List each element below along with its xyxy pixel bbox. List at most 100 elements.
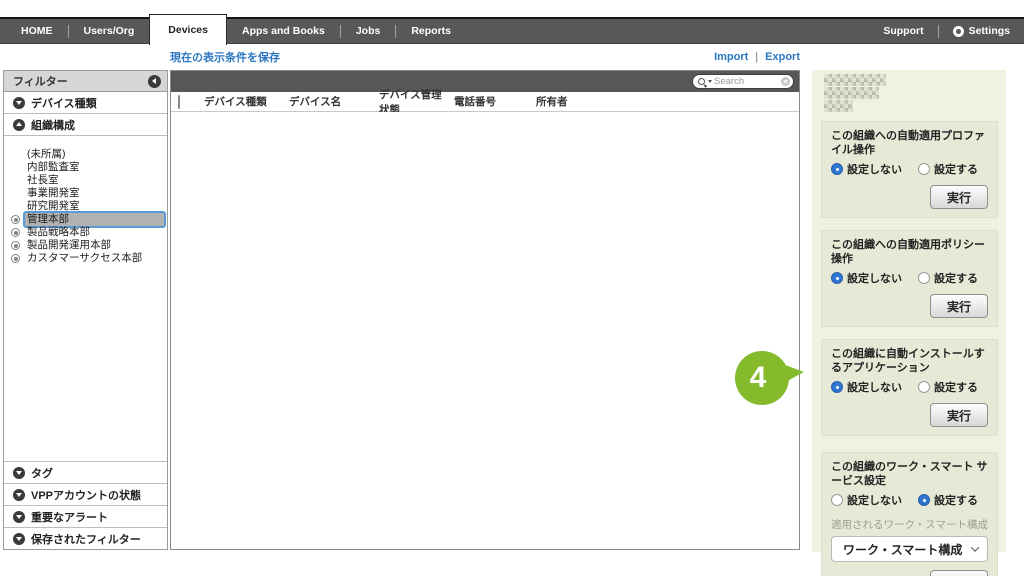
chevron-down-icon	[13, 511, 25, 523]
tab-devices[interactable]: Devices	[149, 14, 227, 45]
nav-right: Support Settings	[883, 19, 1024, 43]
radio-option-no[interactable]: 設定しない	[831, 161, 902, 177]
org-settings-panel: この組織への自動適用プロファイル操作 設定しない 設定する 実行 この組織への自…	[812, 70, 1006, 552]
sidebar-item-tags[interactable]: タグ	[4, 461, 167, 483]
radio-label: 設定する	[934, 379, 978, 395]
chevron-down-icon	[13, 97, 25, 109]
actions-row: 現在の表示条件を保存 Import | Export	[170, 46, 800, 68]
import-link[interactable]: Import	[714, 51, 748, 63]
radio-label: 設定する	[934, 161, 978, 177]
org-item-internal-audit[interactable]: 内部監査室	[8, 161, 164, 174]
org-item-rnd[interactable]: 研究開発室	[8, 200, 164, 213]
radio-icon[interactable]	[831, 272, 843, 284]
section-auto-profile: この組織への自動適用プロファイル操作 設定しない 設定する 実行	[821, 121, 998, 218]
sidebar-item-saved-filters[interactable]: 保存されたフィルター	[4, 527, 167, 549]
org-item-product-strategy-hq[interactable]: 製品戦略本部	[8, 226, 164, 239]
sidebar-item-org-structure[interactable]: 組織構成	[4, 114, 167, 136]
run-button[interactable]: 実行	[930, 403, 988, 427]
radio-option-yes[interactable]: 設定する	[918, 492, 978, 508]
expand-node-icon[interactable]	[11, 215, 20, 224]
org-item-product-devops-hq[interactable]: 製品開発運用本部	[8, 239, 164, 252]
screen: HOME Users/Org Devices Apps and Books Jo…	[0, 0, 1024, 576]
filter-sidebar: フィルター デバイス種類 組織構成 (未所属) 内部監査室 社長室	[3, 70, 168, 550]
support-link[interactable]: Support	[883, 25, 923, 37]
clear-search-icon[interactable]	[781, 77, 790, 86]
sidebar-item-label: 保存されたフィルター	[31, 531, 141, 547]
link-divider: |	[755, 51, 758, 63]
org-tree: (未所属) 内部監査室 社長室 事業開発室 研究開発室 管理本部 製品戦略本部	[4, 136, 167, 273]
chevron-up-icon	[13, 119, 25, 131]
search-icon	[698, 78, 705, 85]
org-item-admin-hq[interactable]: 管理本部	[8, 213, 164, 226]
org-item-label: (未所属)	[25, 148, 164, 161]
column-header-owner[interactable]: 所有者	[536, 94, 799, 109]
radio-icon[interactable]	[918, 494, 930, 506]
tab-apps-and-books[interactable]: Apps and Books	[227, 19, 340, 43]
expand-node-icon[interactable]	[11, 241, 20, 250]
export-link[interactable]: Export	[765, 51, 800, 63]
org-item-unassigned[interactable]: (未所属)	[8, 148, 164, 161]
run-button[interactable]: 実行	[930, 185, 988, 209]
run-button[interactable]: 実行	[930, 570, 988, 576]
sidebar-item-device-type[interactable]: デバイス種類	[4, 92, 167, 114]
radio-option-yes[interactable]: 設定する	[918, 379, 978, 395]
sidebar-item-vpp-account-status[interactable]: VPPアカウントの状態	[4, 483, 167, 505]
redacted-block	[824, 100, 853, 112]
sidebar-item-important-alerts[interactable]: 重要なアラート	[4, 505, 167, 527]
search-box[interactable]	[692, 74, 794, 89]
radio-label: 設定しない	[847, 161, 902, 177]
tab-users-org[interactable]: Users/Org	[69, 19, 150, 43]
radio-option-no[interactable]: 設定しない	[831, 379, 902, 395]
radio-icon[interactable]	[831, 163, 843, 175]
org-item-label: 管理本部	[25, 213, 164, 226]
sidebar-item-label: デバイス種類	[31, 95, 97, 111]
work-smart-config-select[interactable]: ワーク・スマート構成	[831, 536, 988, 562]
button-row: 実行	[831, 403, 988, 427]
tab-home[interactable]: HOME	[6, 19, 68, 43]
search-scope-caret-icon[interactable]	[708, 80, 712, 83]
org-item-president-office[interactable]: 社長室	[8, 174, 164, 187]
filter-title: フィルター	[13, 73, 68, 89]
redacted-block	[824, 74, 886, 86]
run-button[interactable]: 実行	[930, 294, 988, 318]
search-input[interactable]	[714, 76, 779, 87]
sidebar-sections-top: デバイス種類 組織構成	[4, 92, 167, 136]
nav-tabs: HOME Users/Org Devices Apps and Books Jo…	[0, 19, 466, 43]
tab-jobs[interactable]: Jobs	[341, 19, 396, 43]
radio-icon[interactable]	[918, 272, 930, 284]
sidebar-spacer	[4, 273, 167, 461]
org-item-business-dev[interactable]: 事業開発室	[8, 187, 164, 200]
tab-reports[interactable]: Reports	[396, 19, 466, 43]
settings-link[interactable]: Settings	[953, 25, 1010, 37]
sidebar-item-label: 重要なアラート	[31, 509, 108, 525]
org-item-label: 内部監査室	[25, 161, 164, 174]
select-all-checkbox[interactable]	[178, 95, 180, 109]
collapse-sidebar-icon[interactable]	[148, 75, 161, 88]
device-table: デバイス種類 デバイス名 デバイス管理状態 電話番号 所有者	[170, 70, 800, 550]
radio-icon[interactable]	[918, 381, 930, 393]
redacted-org-name	[824, 74, 998, 112]
chevron-down-icon	[13, 467, 25, 479]
radio-icon[interactable]	[918, 163, 930, 175]
table-header-row: デバイス種類 デバイス名 デバイス管理状態 電話番号 所有者	[171, 92, 799, 112]
radio-icon[interactable]	[831, 494, 843, 506]
chevron-down-icon	[13, 489, 25, 501]
save-view-link[interactable]: 現在の表示条件を保存	[170, 49, 280, 65]
sidebar-item-label: タグ	[31, 465, 53, 481]
sidebar-item-label: VPPアカウントの状態	[31, 487, 141, 503]
org-item-customer-success-hq[interactable]: カスタマーサクセス本部	[8, 252, 164, 265]
filter-sidebar-header: フィルター	[4, 71, 167, 92]
column-header-device-name[interactable]: デバイス名	[289, 94, 379, 109]
radio-option-yes[interactable]: 設定する	[918, 161, 978, 177]
expand-node-icon[interactable]	[11, 254, 20, 263]
radio-option-yes[interactable]: 設定する	[918, 270, 978, 286]
radio-group: 設定しない 設定する	[831, 161, 988, 177]
org-item-label: 事業開発室	[25, 187, 164, 200]
expand-node-icon[interactable]	[11, 228, 20, 237]
radio-option-no[interactable]: 設定しない	[831, 492, 902, 508]
column-header-phone[interactable]: 電話番号	[454, 94, 536, 109]
settings-label: Settings	[969, 25, 1010, 37]
radio-icon[interactable]	[831, 381, 843, 393]
column-header-device-type[interactable]: デバイス種類	[204, 94, 289, 109]
radio-option-no[interactable]: 設定しない	[831, 270, 902, 286]
